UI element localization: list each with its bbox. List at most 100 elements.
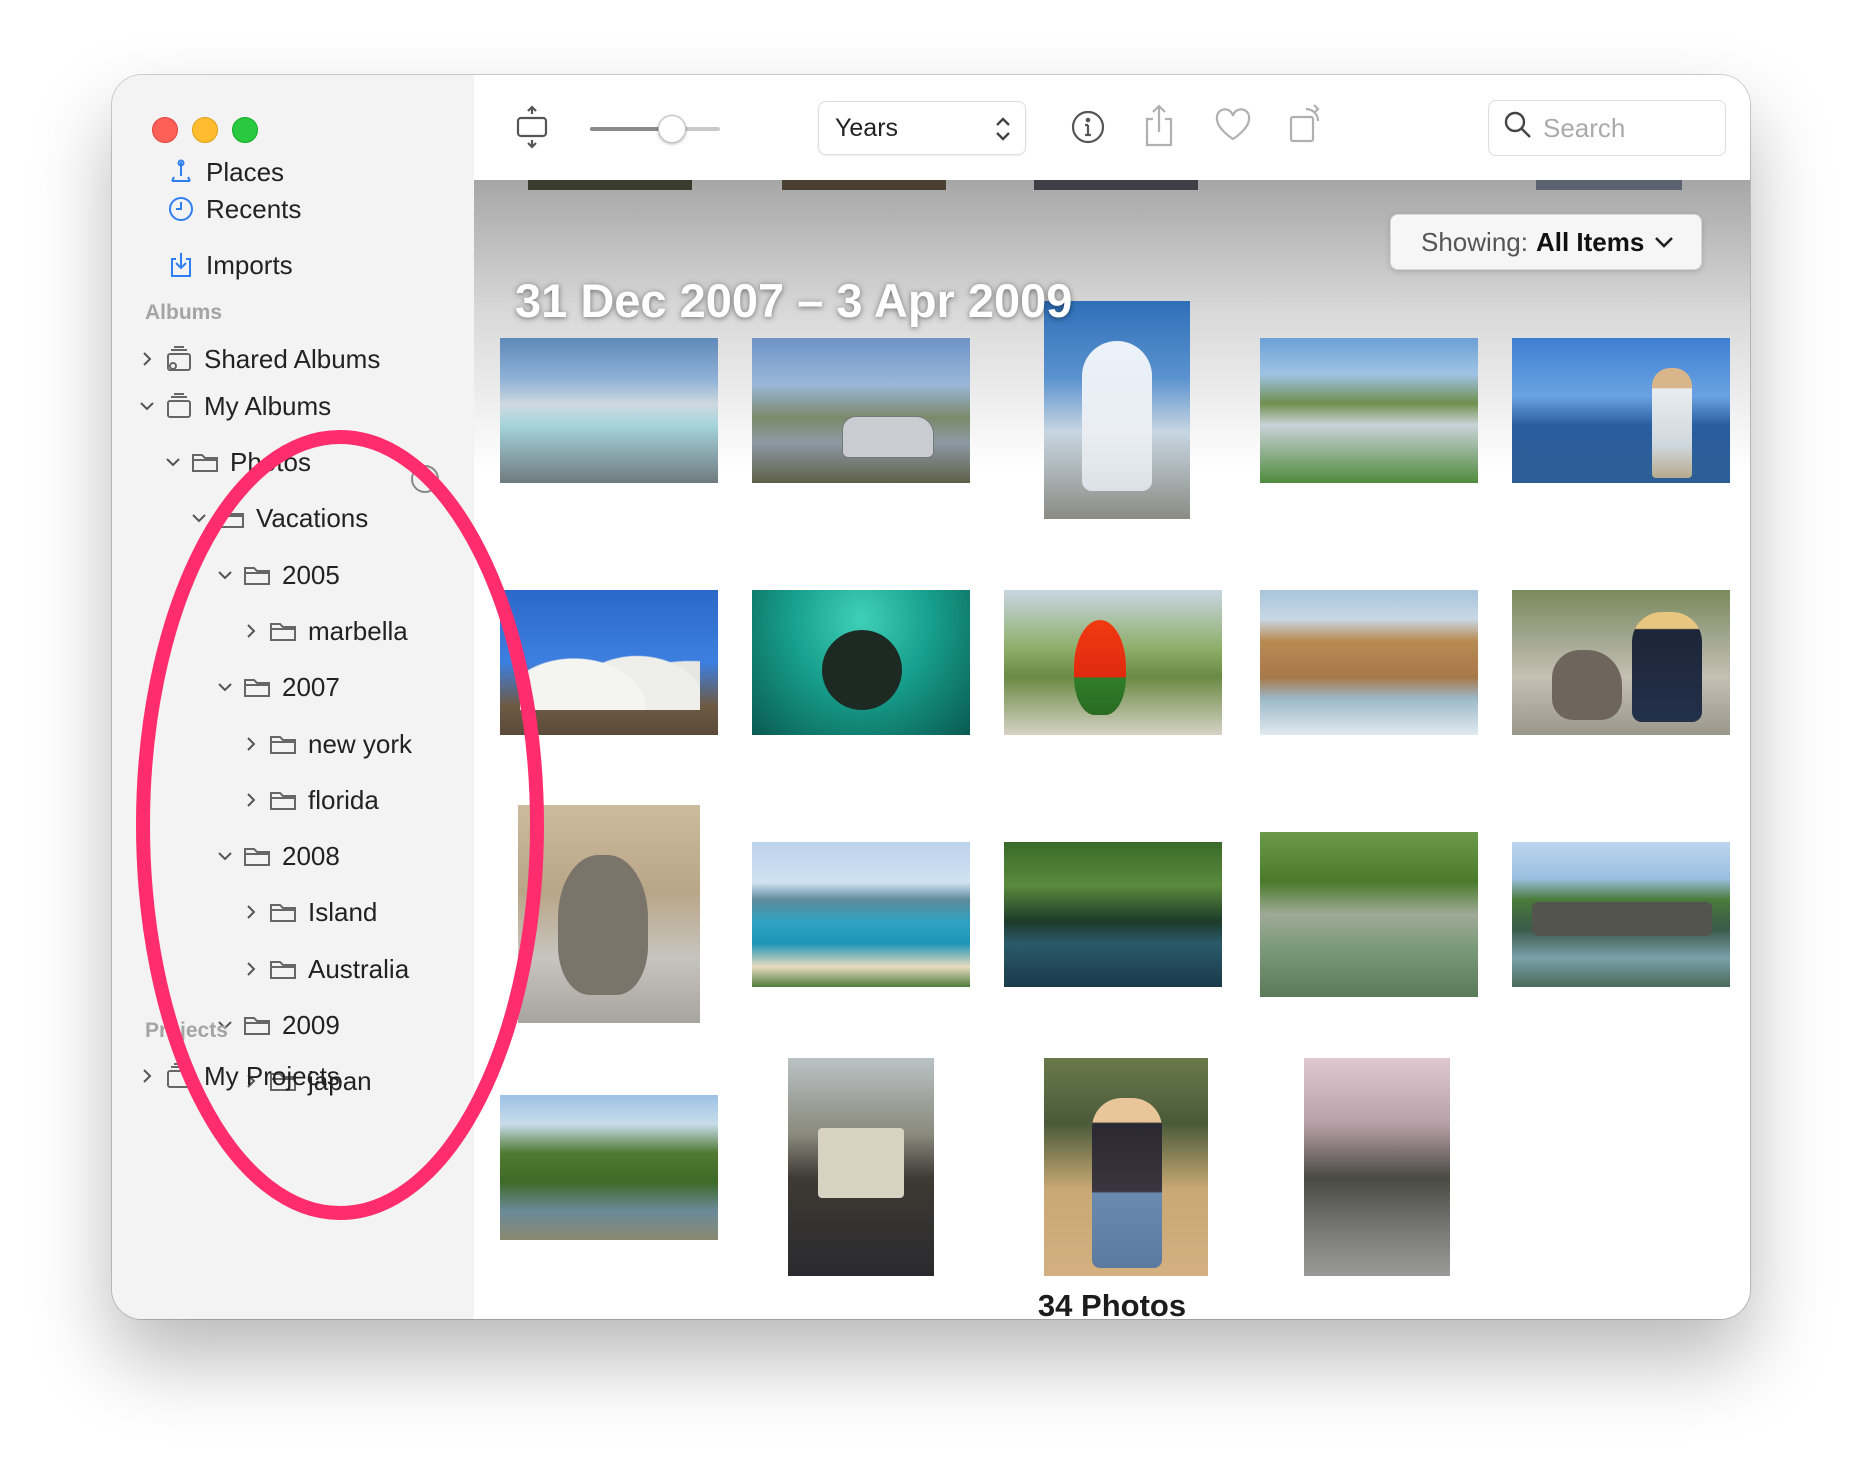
chevron-down-icon[interactable] <box>214 564 236 586</box>
photo-thumbnail[interactable] <box>1044 1058 1208 1276</box>
album-stack-icon <box>164 391 194 421</box>
sidebar-item-label: florida <box>308 784 379 815</box>
sidebar-item-imports[interactable]: Imports <box>166 245 293 285</box>
shared-album-icon <box>164 344 194 374</box>
showing-filter-button[interactable]: Showing: All Items <box>1390 214 1702 270</box>
view-mode-popup[interactable]: Years <box>818 101 1026 155</box>
photo-thumbnail[interactable] <box>1260 590 1478 735</box>
photo-thumbnail[interactable] <box>500 338 718 483</box>
showing-label: Showing: <box>1421 226 1528 257</box>
chevron-down-icon[interactable] <box>162 451 184 473</box>
folder-icon <box>242 560 272 590</box>
sidebar-folder-item[interactable]: 2008 <box>214 836 340 876</box>
photo-thumbnail[interactable] <box>500 1095 718 1240</box>
sidebar-item-my-projects[interactable]: My Projects <box>136 1056 340 1096</box>
info-icon[interactable] <box>1068 107 1108 147</box>
search-icon <box>1503 110 1533 147</box>
photo-thumbnail[interactable] <box>752 590 970 735</box>
sidebar-item-label: My Albums <box>204 390 332 421</box>
chevron-right-icon[interactable] <box>240 789 262 811</box>
folder-icon <box>268 785 298 815</box>
sidebar-folder-item[interactable]: 2009 <box>214 1005 340 1045</box>
sidebar-item-label: Places <box>206 156 285 187</box>
toolbar: Years Search <box>474 75 1750 181</box>
chevron-down-icon <box>1655 237 1674 248</box>
sidebar-item-label: Shared Albums <box>204 343 381 374</box>
photo-thumbnail[interactable] <box>782 180 946 190</box>
project-stack-icon <box>164 1061 194 1091</box>
photo-thumbnail[interactable] <box>500 590 718 735</box>
photo-thumbnail[interactable] <box>1004 842 1222 987</box>
import-icon <box>166 250 196 280</box>
sidebar-folder-item[interactable]: new york <box>240 724 412 764</box>
chevron-right-icon[interactable] <box>240 901 262 923</box>
sidebar-folder-item[interactable]: Australia <box>240 949 409 989</box>
sidebar-folder-item[interactable]: 2007 <box>214 667 340 707</box>
sidebar-item-label: Vacations <box>256 502 369 533</box>
photo-thumbnail[interactable] <box>1034 180 1198 190</box>
search-field[interactable]: Search <box>1488 100 1726 156</box>
chevron-down-icon[interactable] <box>214 845 236 867</box>
photo-thumbnail[interactable] <box>1512 338 1730 483</box>
zoom-slider-knob[interactable] <box>657 115 686 143</box>
albums-section-header: Albums <box>145 301 223 324</box>
up-down-chevron-icon <box>993 114 1013 151</box>
sidebar-item-label: 2007 <box>282 671 340 702</box>
sidebar-folder-item[interactable]: marbella <box>240 611 408 651</box>
chevron-right-icon[interactable] <box>240 958 262 980</box>
photo-thumbnail[interactable] <box>518 805 700 1023</box>
zoom-window-button[interactable] <box>232 117 258 143</box>
chevron-right-icon[interactable] <box>136 1065 158 1087</box>
sidebar-item-label: 2008 <box>282 840 340 871</box>
add-album-button[interactable]: + <box>411 465 439 493</box>
search-placeholder: Search <box>1543 112 1626 143</box>
heart-icon[interactable] <box>1212 105 1254 145</box>
photo-thumbnail[interactable] <box>752 338 970 483</box>
sidebar-item-recents[interactable]: Recents <box>166 189 301 229</box>
chevron-down-icon[interactable] <box>136 395 158 417</box>
photo-count: 34 Photos <box>1037 1288 1187 1319</box>
zoom-slider-track[interactable] <box>590 127 720 131</box>
sidebar-item-places[interactable]: Places <box>166 152 284 192</box>
photo-thumbnail[interactable] <box>1304 1058 1450 1276</box>
photo-thumbnail[interactable] <box>752 842 970 987</box>
clock-icon <box>166 194 196 224</box>
chevron-right-icon[interactable] <box>240 620 262 642</box>
photo-thumbnail[interactable] <box>1044 301 1190 519</box>
photo-thumbnail[interactable] <box>1260 832 1478 997</box>
sidebar-folder-item[interactable]: florida <box>240 780 379 820</box>
chevron-right-icon[interactable] <box>240 733 262 755</box>
sidebar-folder-item[interactable]: Photos <box>162 442 311 482</box>
photo-thumbnail[interactable] <box>788 1058 934 1276</box>
photo-thumbnail[interactable] <box>1536 180 1682 190</box>
sidebar-folder-item[interactable]: Island <box>240 892 377 932</box>
sidebar-item-shared-albums[interactable]: Shared Albums <box>136 339 380 379</box>
person-shape <box>1632 612 1702 722</box>
folder-icon <box>268 616 298 646</box>
aspect-toggle-icon[interactable] <box>514 105 550 149</box>
showing-value: All Items <box>1535 226 1645 257</box>
map-shape <box>818 1128 904 1198</box>
minimize-window-button[interactable] <box>192 117 218 143</box>
sidebar-folder-item[interactable]: Vacations <box>188 498 368 538</box>
sidebar-item-label: Recents <box>206 193 302 224</box>
photo-thumbnail[interactable] <box>1512 842 1730 987</box>
chevron-right-icon[interactable] <box>136 348 158 370</box>
share-icon[interactable] <box>1139 101 1179 149</box>
photo-thumbnail[interactable] <box>528 180 692 190</box>
photo-thumbnail[interactable] <box>1512 590 1730 735</box>
wallaby-shape <box>558 855 648 995</box>
photo-grid: 31 Dec 2007 – 3 Apr 2009 Showing: All It… <box>474 180 1750 1319</box>
close-window-button[interactable] <box>152 117 178 143</box>
chevron-down-icon[interactable] <box>188 507 210 529</box>
photo-thumbnail[interactable] <box>1004 590 1222 735</box>
folder-icon <box>242 672 272 702</box>
photo-thumbnail[interactable] <box>1260 338 1478 483</box>
rotate-icon[interactable] <box>1284 99 1326 147</box>
person-shape <box>1652 368 1692 478</box>
chevron-down-icon[interactable] <box>214 676 236 698</box>
folder-icon <box>190 447 220 477</box>
sidebar-item-my-albums[interactable]: My Albums <box>136 386 331 426</box>
opera-house-shape <box>520 620 700 710</box>
sidebar-folder-item[interactable]: 2005 <box>214 555 340 595</box>
